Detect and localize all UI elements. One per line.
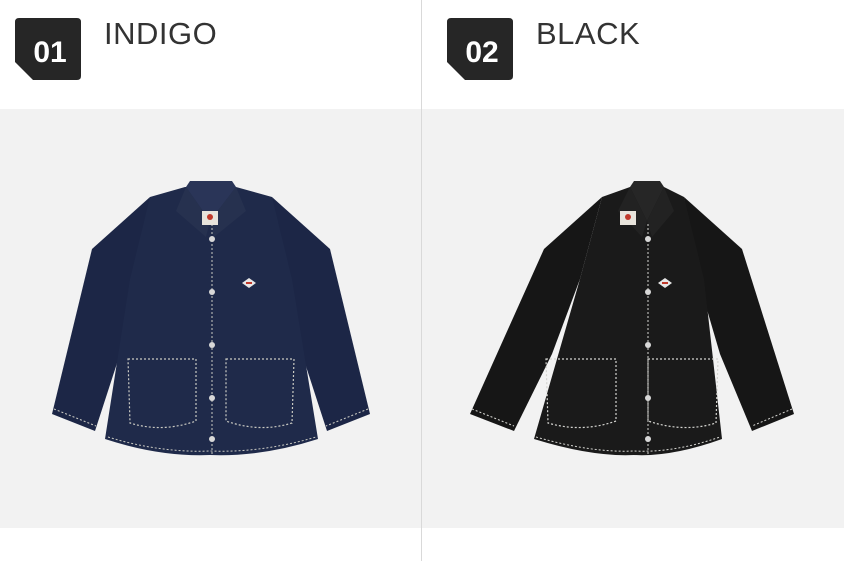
variant-number: 01 bbox=[33, 36, 67, 69]
color-variant-black: 02 BLACK bbox=[422, 0, 844, 561]
color-variant-indigo: 01 INDIGO bbox=[0, 0, 421, 561]
variant-number: 02 bbox=[465, 36, 499, 69]
jacket-illustration bbox=[470, 181, 794, 456]
color-name: INDIGO bbox=[104, 16, 218, 51]
color-name: BLACK bbox=[536, 16, 641, 51]
jacket-illustration bbox=[52, 181, 370, 456]
product-photo-black bbox=[422, 109, 844, 528]
number-badge: 02 bbox=[447, 18, 513, 80]
product-photo-indigo bbox=[0, 109, 421, 528]
number-badge: 01 bbox=[15, 18, 81, 80]
